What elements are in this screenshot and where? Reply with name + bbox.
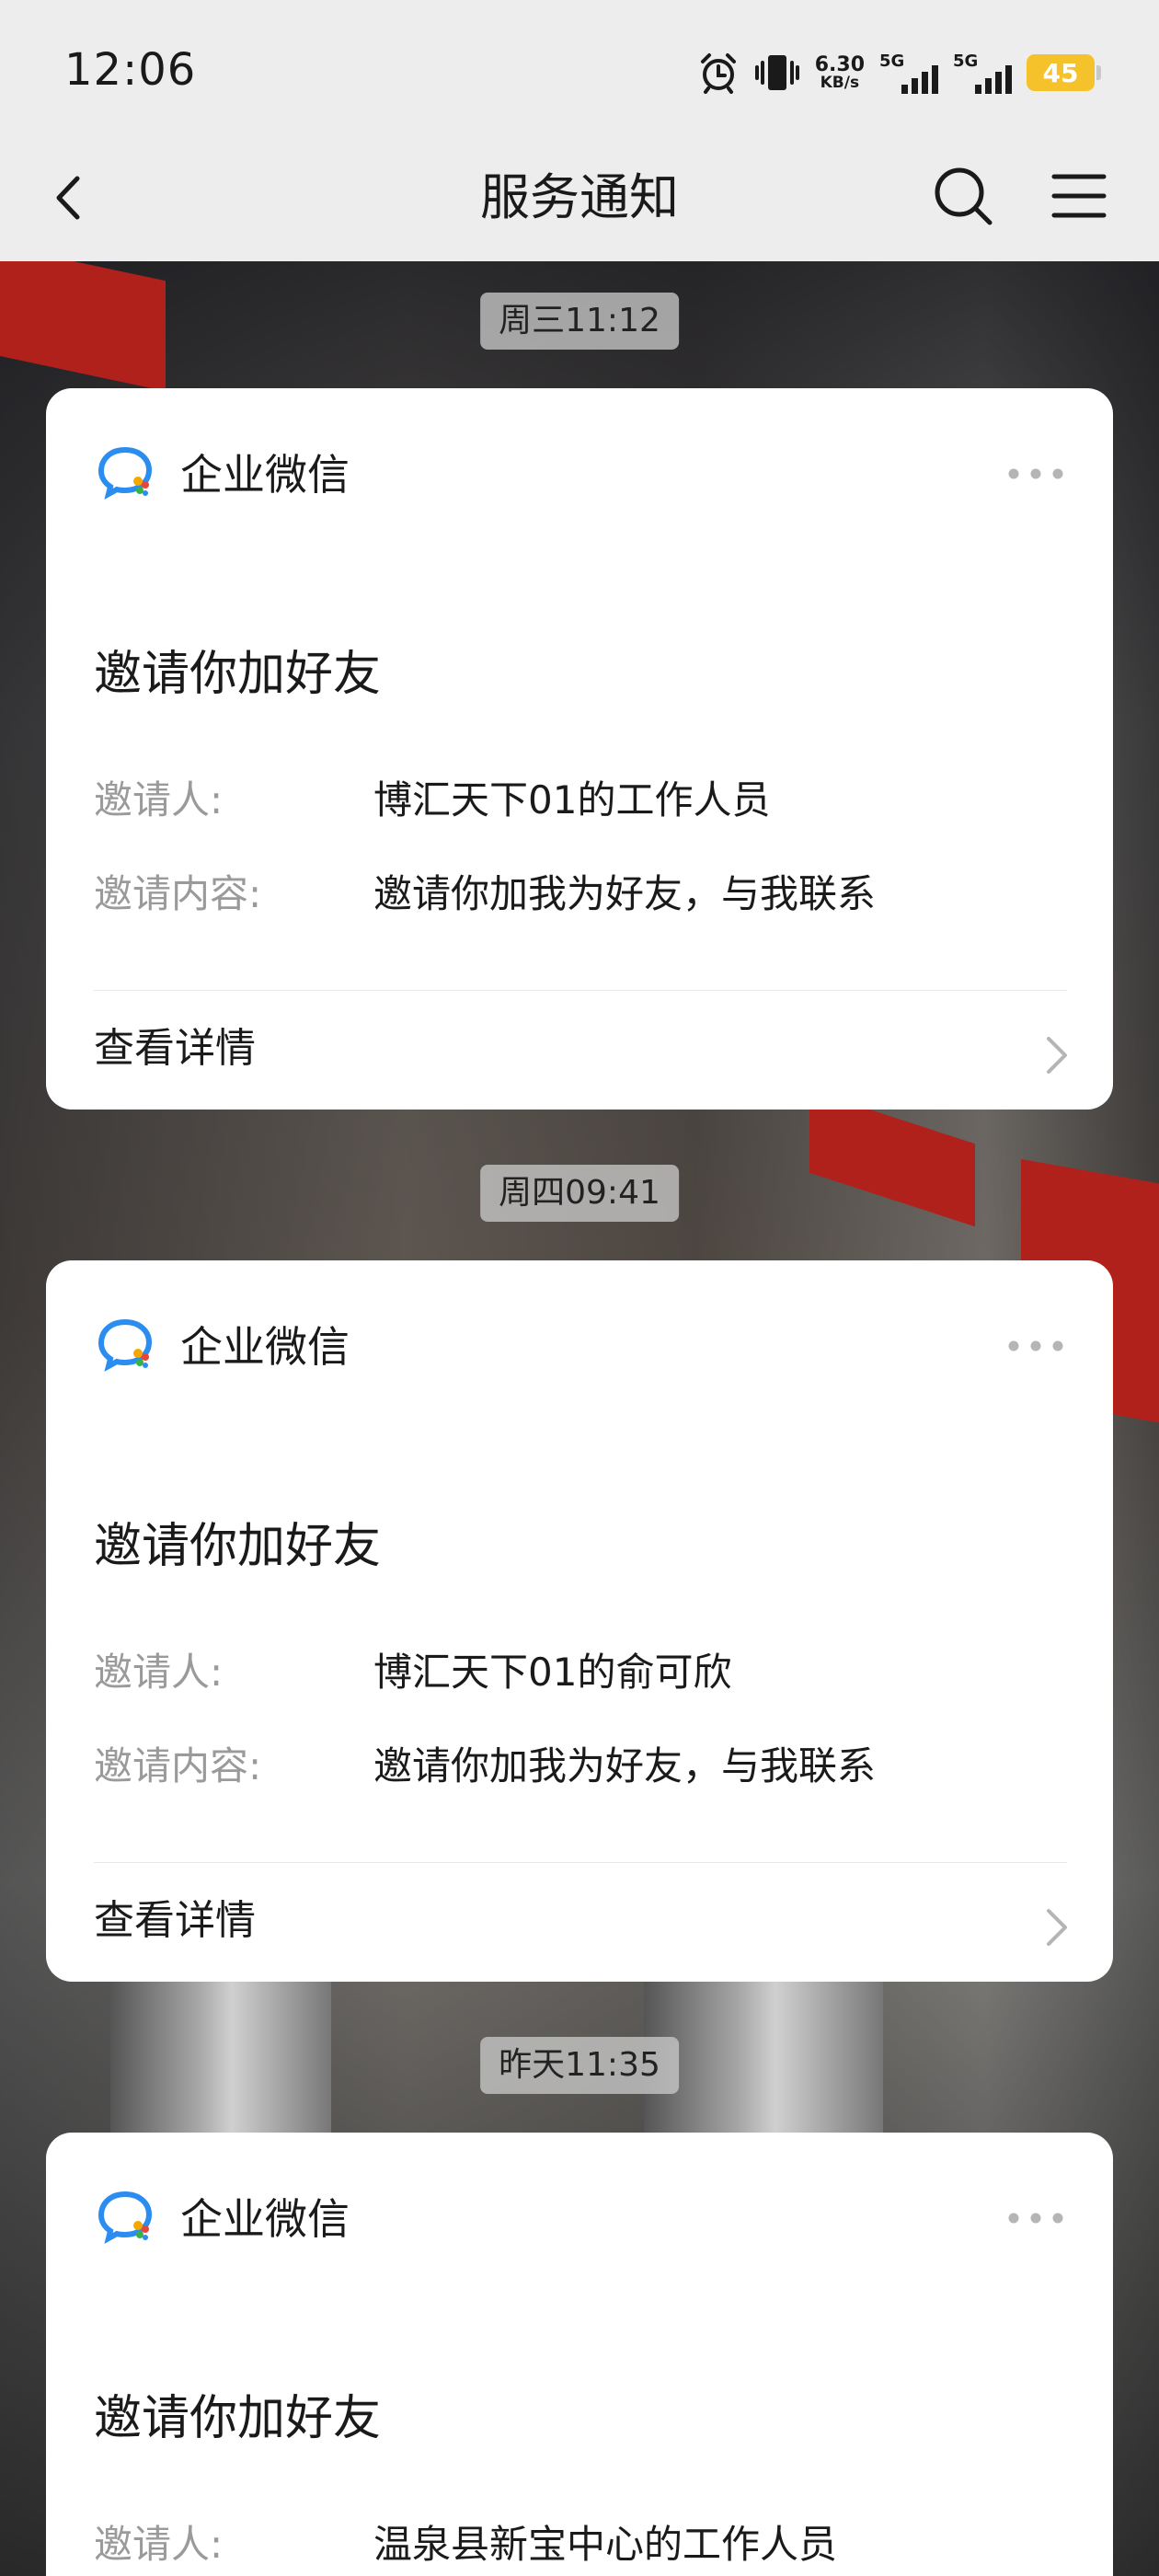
- more-options-icon[interactable]: [1006, 2206, 1065, 2230]
- menu-icon[interactable]: [1045, 162, 1113, 230]
- background-flag: [0, 261, 166, 392]
- wecom-logo-icon: [98, 446, 153, 500]
- wecom-logo-icon: [98, 1318, 153, 1372]
- chevron-right-icon: [1047, 1909, 1067, 1946]
- card-header: 企业微信: [94, 440, 350, 504]
- more-options-icon[interactable]: [1006, 462, 1065, 486]
- network-speed-value: 6.30: [814, 52, 865, 76]
- inviter-label: 邀请人:: [94, 1650, 224, 1695]
- signal-bars-icon: [901, 65, 938, 94]
- view-details-label: 查看详情: [94, 1025, 256, 1072]
- chevron-right-icon: [1047, 1037, 1067, 1074]
- message-timestamp: 昨天11:35: [480, 2037, 679, 2094]
- search-icon[interactable]: [929, 162, 997, 230]
- status-icons: 6.30 KB/s 5G 5G 45: [697, 46, 1101, 99]
- network-speed: 6.30 KB/s: [814, 52, 865, 92]
- battery-indicator: 45: [1027, 54, 1101, 91]
- inviter-value: 博汇天下01的工作人员: [373, 777, 771, 822]
- view-details-link[interactable]: 查看详情: [46, 1863, 1113, 1982]
- app-name: 企业微信: [180, 450, 350, 500]
- wecom-logo-icon: [98, 2191, 153, 2244]
- invite-content-value: 邀请你加我为好友，与我联系: [373, 1743, 877, 1788]
- card-header: 企业微信: [94, 2184, 350, 2248]
- status-bar: 12:06 6.30 KB/s 5G 5G 45: [0, 0, 1159, 138]
- invite-content-label: 邀请内容:: [94, 1743, 262, 1788]
- app-name: 企业微信: [180, 2194, 350, 2244]
- background-flag: [809, 1089, 975, 1227]
- card-header: 企业微信: [94, 1312, 350, 1376]
- invite-content-label: 邀请内容:: [94, 871, 262, 916]
- inviter-label: 邀请人:: [94, 777, 224, 822]
- message-title: 邀请你加好友: [94, 1519, 382, 1574]
- alarm-icon: [700, 53, 736, 94]
- view-details-link[interactable]: 查看详情: [46, 991, 1113, 1110]
- vibrate-icon: [754, 55, 799, 90]
- signal-strength-1: 5G: [879, 52, 938, 94]
- view-details-label: 查看详情: [94, 1897, 256, 1944]
- status-time: 12:06: [64, 44, 197, 96]
- signal-strength-2: 5G: [953, 52, 1012, 94]
- message-timestamp: 周三11:12: [480, 293, 679, 350]
- signal-bars-icon: [975, 65, 1012, 94]
- app-name: 企业微信: [180, 1322, 350, 1372]
- inviter-value: 博汇天下01的俞可欣: [373, 1650, 732, 1695]
- message-card[interactable]: 企业微信 邀请你加好友 邀请人: 温泉县新宝中心的工作人员: [46, 2133, 1113, 2576]
- message-timestamp: 周四09:41: [480, 1165, 679, 1222]
- message-card[interactable]: 企业微信 邀请你加好友 邀请人: 博汇天下01的工作人员 邀请内容: 邀请你加我…: [46, 388, 1113, 1110]
- invite-content-value: 邀请你加我为好友，与我联系: [373, 871, 877, 916]
- inviter-value: 温泉县新宝中心的工作人员: [373, 2522, 838, 2567]
- service-notification-page: 12:06 6.30 KB/s 5G 5G 45 服务通知 周三11:12 企业…: [0, 0, 1159, 2576]
- message-card[interactable]: 企业微信 邀请你加好友 邀请人: 博汇天下01的俞可欣 邀请内容: 邀请你加我为…: [46, 1260, 1113, 1982]
- nav-bar: 服务通知: [0, 138, 1159, 261]
- inviter-label: 邀请人:: [94, 2522, 224, 2567]
- network-speed-unit: KB/s: [820, 73, 860, 92]
- message-title: 邀请你加好友: [94, 647, 382, 702]
- message-title: 邀请你加好友: [94, 2391, 382, 2446]
- more-options-icon[interactable]: [1006, 1334, 1065, 1358]
